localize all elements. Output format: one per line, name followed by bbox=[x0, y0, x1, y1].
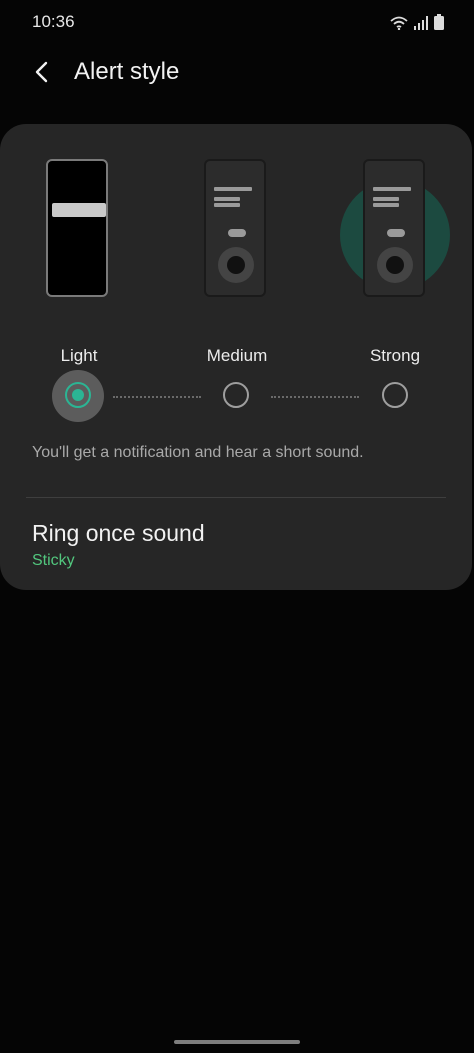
signal-icon bbox=[414, 16, 428, 30]
call-ring-shape bbox=[377, 247, 413, 283]
radio-medium[interactable] bbox=[223, 382, 249, 408]
option-label-light: Light bbox=[60, 346, 98, 365]
header: Alert style bbox=[0, 44, 474, 104]
radio-light[interactable] bbox=[65, 382, 91, 408]
strong-preview-illustration bbox=[363, 159, 425, 297]
alert-style-description: You'll get a notification and hear a sho… bbox=[32, 444, 364, 461]
ring-once-sound-value: Sticky bbox=[32, 552, 75, 569]
status-bar: 10:36 bbox=[0, 0, 474, 44]
status-icons bbox=[390, 12, 444, 30]
option-label-strong: Strong bbox=[369, 346, 421, 365]
divider bbox=[26, 497, 446, 498]
option-connector bbox=[113, 396, 201, 398]
navigation-handle[interactable] bbox=[174, 1040, 300, 1044]
call-ring-shape bbox=[218, 247, 254, 283]
battery-icon bbox=[434, 14, 444, 30]
alert-style-card: Light Medium Strong You'll get a notific… bbox=[0, 124, 472, 590]
page-title: Alert style bbox=[74, 58, 180, 85]
back-button[interactable] bbox=[24, 54, 60, 90]
option-connector bbox=[271, 396, 359, 398]
ring-once-sound-setting[interactable]: Ring once sound Sticky bbox=[0, 504, 472, 590]
medium-preview-illustration bbox=[204, 159, 266, 297]
popup-notification-shape bbox=[52, 203, 106, 217]
option-label-medium: Medium bbox=[206, 346, 268, 365]
light-preview-illustration bbox=[46, 159, 108, 297]
radio-strong[interactable] bbox=[382, 382, 408, 408]
status-time: 10:36 bbox=[32, 12, 75, 31]
ring-once-sound-title: Ring once sound bbox=[32, 520, 205, 546]
chevron-left-icon bbox=[35, 61, 48, 83]
wifi-icon bbox=[390, 16, 408, 30]
